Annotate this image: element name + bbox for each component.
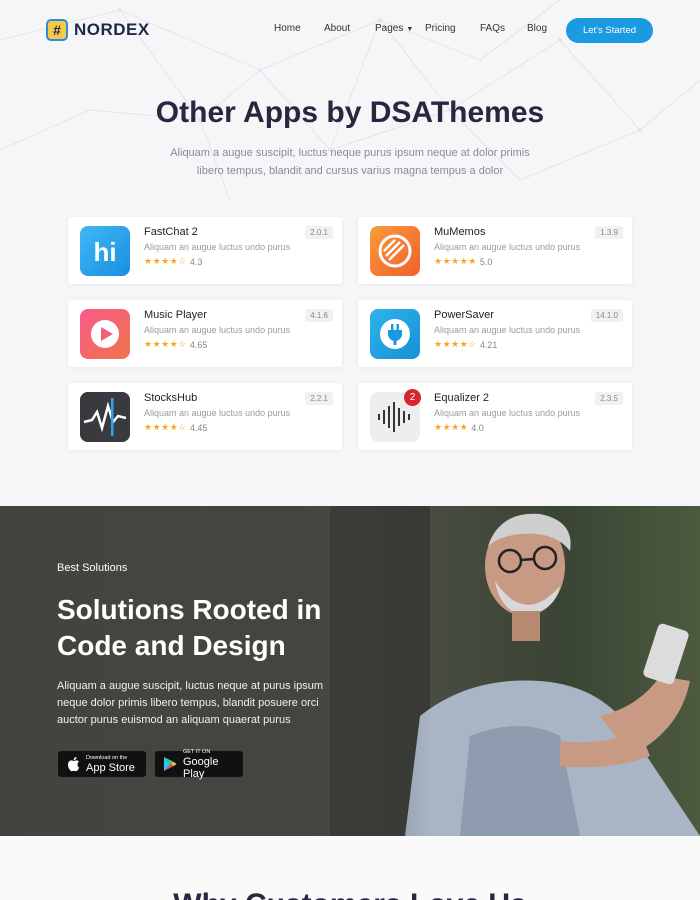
app-description: Aliquam an augue luctus undo purus: [144, 325, 291, 335]
google-play-small-text: GET IT ON: [183, 748, 211, 755]
rating-value: 4.21: [479, 339, 498, 350]
nav-pricing[interactable]: Pricing: [425, 23, 470, 34]
rating-value: 4.3: [189, 256, 203, 267]
app-name: Equalizer 2: [434, 392, 490, 404]
apps-section-subtitle: Aliquam a augue suscipit, luctus neque p…: [170, 147, 530, 177]
why-customers-title: Why Customers Love Us: [0, 888, 700, 900]
app-card-mumemos[interactable]: MuMemos Aliquam an augue luctus undo pur…: [358, 217, 632, 284]
nav-about[interactable]: About: [324, 23, 364, 34]
caret-down-icon: ▼: [406, 26, 414, 33]
nav-home[interactable]: Home: [274, 23, 314, 34]
app-name: MuMemos: [434, 226, 486, 238]
app-card-stockshub[interactable]: StocksHub Aliquam an augue luctus undo p…: [68, 383, 342, 450]
app-description: Aliquam an augue luctus undo purus: [144, 408, 291, 418]
app-card-equalizer[interactable]: 2 Equalizer 2 Aliquam an augue luctus un…: [358, 383, 632, 450]
star-rating-icon: ★★★★★: [434, 256, 477, 266]
star-rating-icon: ★★★★: [434, 422, 469, 432]
app-store-button[interactable]: Download on the App Store: [57, 750, 147, 778]
solutions-hero: Best Solutions Solutions Rooted in Code …: [0, 506, 700, 836]
app-store-label: Download on the App Store: [86, 755, 135, 774]
rating-value: 4.0: [471, 422, 484, 433]
version-badge: 1.3.9: [595, 226, 623, 239]
why-customers-section: Why Customers Love Us: [0, 836, 700, 900]
hero-text: Aliquam a augue suscipit, luctus neque a…: [57, 680, 323, 726]
star-rating-icon: ★★★★☆: [144, 256, 187, 266]
app-rating: ★★★★☆ 4.45: [144, 422, 207, 433]
app-name: StocksHub: [144, 392, 198, 404]
hero-title: Solutions Rooted in Code and Design: [57, 594, 322, 661]
app-rating: ★★★★ 4.0: [434, 422, 484, 433]
google-play-big-text: Google Play: [183, 755, 219, 780]
apple-icon: [66, 756, 80, 772]
mumemos-icon: [370, 226, 420, 276]
app-card-fastchat[interactable]: hi FastChat 2 Aliquam an augue luctus un…: [68, 217, 342, 284]
app-store-small-text: Download on the: [86, 754, 128, 761]
fastchat-icon: hi: [80, 226, 130, 276]
nav-pages-label: Pages: [375, 23, 404, 34]
logo-icon: #: [46, 19, 68, 41]
notification-badge: 2: [404, 389, 421, 406]
app-store-big-text: App Store: [86, 761, 135, 774]
app-rating: ★★★★☆ 4.3: [144, 256, 202, 267]
google-play-button[interactable]: GET IT ON Google Play: [154, 749, 244, 780]
nav-blog[interactable]: Blog: [527, 23, 562, 34]
equalizer-icon: 2: [370, 389, 421, 442]
star-rating-icon: ★★★★☆: [144, 339, 187, 349]
google-play-label: GET IT ON Google Play: [183, 749, 235, 780]
version-badge: 4.1.6: [305, 309, 333, 322]
hero-overlay: [0, 506, 430, 836]
app-description: Aliquam an augue luctus undo purus: [434, 325, 581, 335]
app-rating: ★★★★☆ 4.21: [434, 339, 497, 350]
nav-faqs[interactable]: FAQs: [480, 23, 515, 34]
app-rating: ★★★★☆ 4.65: [144, 339, 207, 350]
version-badge: 14.1.0: [590, 309, 623, 322]
google-play-icon: [163, 756, 177, 772]
site-header: # NORDEX Home About Pages ▼ Pricing FAQs …: [0, 0, 700, 62]
svg-text:hi: hi: [93, 237, 116, 267]
brand-name: NORDEX: [74, 20, 150, 39]
nav-pages[interactable]: Pages ▼: [375, 23, 420, 34]
app-card-music-player[interactable]: Music Player Aliquam an augue luctus und…: [68, 300, 342, 367]
version-badge: 2.2.1: [305, 392, 333, 405]
app-card-powersaver[interactable]: PowerSaver Aliquam an augue luctus undo …: [358, 300, 632, 367]
app-description: Aliquam an augue luctus undo purus: [434, 242, 581, 252]
apps-section-title: Other Apps by DSAThemes: [155, 96, 545, 129]
star-rating-icon: ★★★★☆: [434, 339, 477, 349]
stockshub-icon: [80, 392, 130, 442]
powersaver-icon: [370, 309, 420, 359]
rating-value: 4.45: [189, 422, 208, 433]
app-name: PowerSaver: [434, 309, 494, 321]
app-description: Aliquam an augue luctus undo purus: [434, 408, 581, 418]
star-rating-icon: ★★★★☆: [144, 422, 187, 432]
rating-value: 5.0: [479, 256, 493, 267]
version-badge: 2.3.5: [595, 392, 623, 405]
lets-started-button[interactable]: Let's Started: [566, 18, 653, 43]
app-rating: ★★★★★ 5.0: [434, 256, 492, 267]
app-name: Music Player: [144, 309, 207, 321]
rating-value: 4.65: [189, 339, 208, 350]
music-player-icon: [80, 309, 130, 359]
version-badge: 2.0.1: [305, 226, 333, 239]
app-description: Aliquam an augue luctus undo purus: [144, 242, 291, 252]
app-name: FastChat 2: [144, 226, 198, 238]
hero-kicker: Best Solutions: [57, 562, 128, 574]
brand-logo[interactable]: # NORDEX: [46, 19, 150, 41]
